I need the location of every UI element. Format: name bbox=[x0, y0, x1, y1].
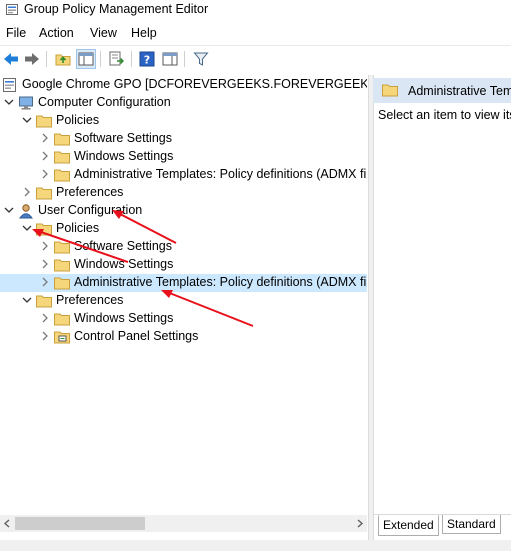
tree-item[interactable]: Software Settings bbox=[0, 238, 367, 256]
properties-button[interactable] bbox=[160, 49, 180, 69]
chevron-down-icon[interactable] bbox=[4, 97, 14, 107]
tree-item-label: Software Settings bbox=[74, 131, 172, 145]
tree-item[interactable]: Windows Settings bbox=[0, 256, 367, 274]
tab-extended[interactable]: Extended bbox=[378, 515, 439, 536]
window-title: Group Policy Management Editor bbox=[24, 2, 209, 16]
back-icon bbox=[4, 53, 18, 65]
tree-item-label: Preferences bbox=[56, 185, 124, 199]
chevron-right-icon[interactable] bbox=[40, 259, 50, 269]
control-panel-icon bbox=[54, 331, 70, 344]
tree-item[interactable]: Computer Configuration bbox=[0, 94, 367, 112]
menu-help[interactable]: Help bbox=[131, 26, 157, 40]
chevron-right-icon[interactable] bbox=[40, 313, 50, 323]
tree-item[interactable]: Windows Settings bbox=[0, 148, 367, 166]
folder-icon bbox=[36, 187, 52, 200]
console-tree[interactable]: Google Chrome GPO [DCFOREVERGEEKS.FOREVE… bbox=[0, 75, 367, 515]
help-button[interactable]: ? bbox=[137, 49, 157, 69]
folder-icon bbox=[36, 223, 52, 236]
chevron-right-icon[interactable] bbox=[40, 169, 50, 179]
tree-item-label: Policies bbox=[56, 113, 100, 127]
tree-item[interactable]: Policies bbox=[0, 220, 367, 238]
title-bar: Group Policy Management Editor bbox=[0, 0, 511, 20]
tree-item-label: Preferences bbox=[56, 293, 124, 307]
details-hint: Select an item to view its bbox=[378, 108, 511, 122]
back-button[interactable] bbox=[1, 49, 21, 69]
status-bar bbox=[0, 540, 511, 551]
details-header: Administrative Tem bbox=[373, 78, 511, 103]
scrollbar-thumb[interactable] bbox=[15, 517, 145, 530]
tree-item[interactable]: Google Chrome GPO [DCFOREVERGEEKS.FOREVE… bbox=[0, 76, 367, 94]
folder-icon bbox=[54, 241, 70, 254]
menu-file[interactable]: File bbox=[6, 26, 26, 40]
horizontal-scrollbar[interactable] bbox=[0, 515, 367, 532]
filter-button[interactable] bbox=[191, 49, 211, 69]
folder-icon bbox=[54, 151, 70, 164]
show-hide-tree-icon bbox=[78, 52, 94, 66]
tree-item-label: Policies bbox=[56, 221, 100, 235]
chevron-right-icon[interactable] bbox=[22, 187, 32, 197]
view-tabs: Extended Standard bbox=[373, 514, 511, 536]
forward-button[interactable] bbox=[22, 49, 42, 69]
tree-item-label: Software Settings bbox=[74, 239, 172, 253]
tree-item-label: Computer Configuration bbox=[38, 95, 171, 109]
svg-text:?: ? bbox=[144, 54, 150, 67]
details-title: Administrative Tem bbox=[408, 84, 511, 98]
tree-item[interactable]: Administrative Templates: Policy definit… bbox=[0, 274, 367, 292]
tree-item[interactable]: Preferences bbox=[0, 292, 367, 310]
tree-item[interactable]: Software Settings bbox=[0, 130, 367, 148]
chevron-right-icon[interactable] bbox=[40, 277, 50, 287]
filter-icon bbox=[193, 52, 209, 66]
folder-icon bbox=[54, 313, 70, 326]
chevron-right-icon[interactable] bbox=[40, 241, 50, 251]
menu-view[interactable]: View bbox=[90, 26, 117, 40]
tree-item-label: Windows Settings bbox=[74, 149, 174, 163]
tree-item[interactable]: Administrative Templates: Policy definit… bbox=[0, 166, 367, 184]
menu-action[interactable]: Action bbox=[39, 26, 74, 40]
tree-item-label: Administrative Templates: Policy definit… bbox=[74, 167, 367, 181]
folder-icon bbox=[54, 169, 70, 182]
tree-item-label: Windows Settings bbox=[74, 311, 174, 325]
tab-standard[interactable]: Standard bbox=[442, 515, 501, 534]
export-list-icon bbox=[109, 51, 124, 66]
tree-item-label: Windows Settings bbox=[74, 257, 174, 271]
chevron-down-icon[interactable] bbox=[22, 223, 32, 233]
tree-item-label: Administrative Templates: Policy definit… bbox=[74, 275, 367, 289]
show-hide-tree-button[interactable] bbox=[76, 49, 96, 69]
tree-item-label: User Configuration bbox=[38, 203, 143, 217]
scroll-right-icon[interactable] bbox=[355, 519, 364, 528]
folder-icon bbox=[382, 84, 398, 97]
tree-item[interactable]: Preferences bbox=[0, 184, 367, 202]
up-folder-button[interactable] bbox=[53, 49, 73, 69]
scroll-left-icon[interactable] bbox=[3, 519, 12, 528]
chevron-down-icon[interactable] bbox=[22, 295, 32, 305]
folder-icon bbox=[54, 133, 70, 146]
chevron-right-icon[interactable] bbox=[40, 133, 50, 143]
details-pane: Administrative Tem Select an item to vie… bbox=[373, 75, 511, 515]
chevron-down-icon[interactable] bbox=[22, 115, 32, 125]
toolbar: ? bbox=[0, 45, 511, 72]
tree-item-label: Google Chrome GPO [DCFOREVERGEEKS.FOREVE… bbox=[22, 77, 367, 91]
computer-icon bbox=[19, 96, 33, 110]
tree-item-label: Control Panel Settings bbox=[74, 329, 199, 343]
chevron-right-icon[interactable] bbox=[40, 151, 50, 161]
tree-item[interactable]: Windows Settings bbox=[0, 310, 367, 328]
export-list-button[interactable] bbox=[106, 49, 126, 69]
folder-icon bbox=[36, 115, 52, 128]
folder-icon bbox=[36, 295, 52, 308]
tree-item[interactable]: User Configuration bbox=[0, 202, 367, 220]
gpo-app-icon bbox=[6, 4, 18, 15]
help-icon: ? bbox=[139, 51, 155, 67]
gpo-icon bbox=[3, 78, 16, 92]
folder-icon bbox=[54, 277, 70, 290]
forward-icon bbox=[25, 53, 39, 65]
tree-item[interactable]: Control Panel Settings bbox=[0, 328, 367, 346]
user-icon bbox=[19, 204, 33, 219]
chevron-down-icon[interactable] bbox=[4, 205, 14, 215]
menu-bar: File Action View Help bbox=[0, 24, 511, 44]
tree-item[interactable]: Policies bbox=[0, 112, 367, 130]
chevron-right-icon[interactable] bbox=[40, 331, 50, 341]
properties-icon bbox=[162, 52, 178, 66]
folder-icon bbox=[54, 259, 70, 272]
up-folder-icon bbox=[55, 54, 71, 66]
